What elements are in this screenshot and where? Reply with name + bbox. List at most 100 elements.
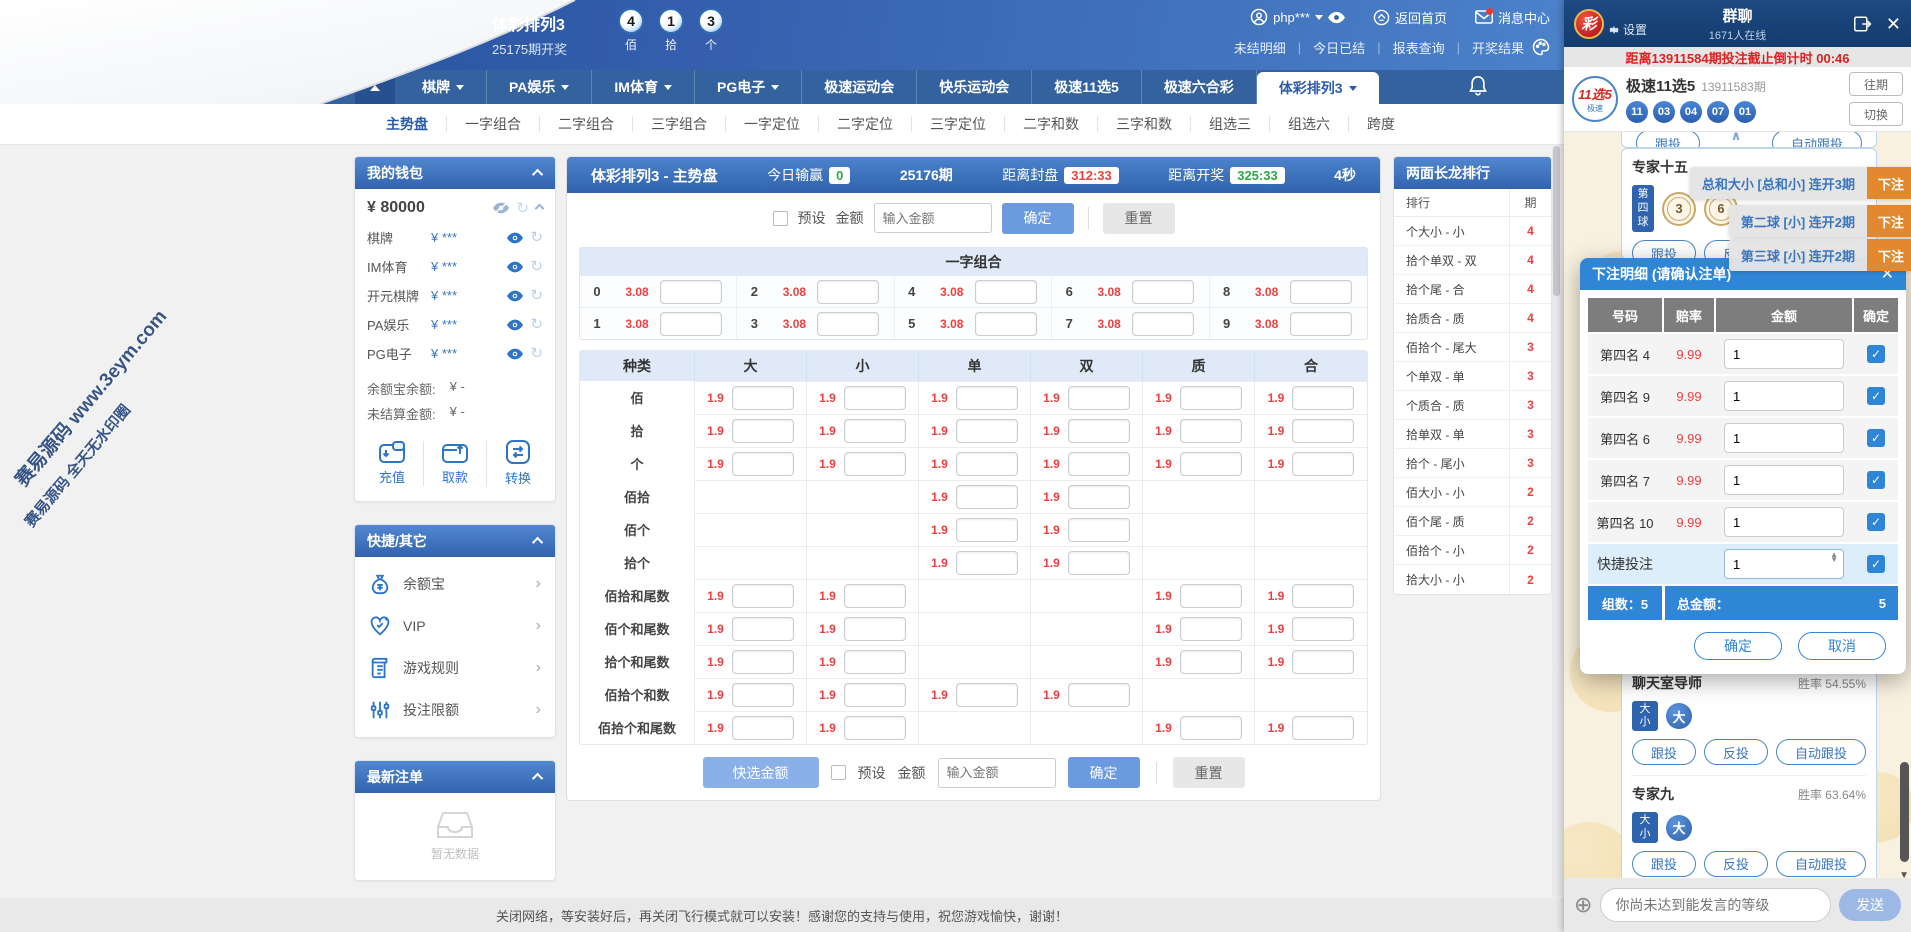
dialog-confirm-button[interactable]: 确定 xyxy=(1694,632,1782,660)
latest-orders-header[interactable]: 最新注单 xyxy=(355,761,555,793)
bet-amount-input[interactable] xyxy=(1292,419,1354,443)
bet-amount-input[interactable] xyxy=(1068,683,1130,707)
quick-item-2[interactable]: 游戏规则› xyxy=(355,647,555,689)
home-link[interactable]: 返回首页 xyxy=(1373,8,1447,27)
subnav-item-9[interactable]: 组选三 xyxy=(1191,116,1270,132)
switch-game-button[interactable]: 切换 xyxy=(1849,102,1903,126)
bet-amount-input[interactable] xyxy=(956,452,1018,476)
quick-amount-button[interactable]: 快选金额 xyxy=(703,757,819,788)
bet-amount-input[interactable] xyxy=(1292,386,1354,410)
bet-amount-input[interactable] xyxy=(660,312,722,336)
follow-button[interactable]: 跟投 xyxy=(1632,851,1696,877)
eye-icon[interactable] xyxy=(507,290,523,302)
bet-amount-input[interactable] xyxy=(1068,551,1130,575)
wallet-panel-header[interactable]: 我的钱包 xyxy=(355,157,555,189)
preset-checkbox-bottom[interactable] xyxy=(831,765,846,780)
subnav-item-5[interactable]: 二字定位 xyxy=(819,116,912,132)
bet-amount-input[interactable] xyxy=(975,312,1037,336)
bet-amount-input[interactable] xyxy=(956,518,1018,542)
bet-amount-input[interactable] xyxy=(844,716,906,740)
report-link-0[interactable]: 未结明细 xyxy=(1234,38,1286,57)
bet-amount-input[interactable] xyxy=(1292,716,1354,740)
subnav-item-2[interactable]: 二字组合 xyxy=(540,116,633,132)
bet-amount-input[interactable] xyxy=(817,280,879,304)
quick-item-0[interactable]: 余额宝› xyxy=(355,563,555,605)
eye-icon[interactable] xyxy=(1328,11,1345,24)
bet-selection-amount[interactable] xyxy=(1724,339,1844,369)
bet-amount-input[interactable] xyxy=(732,584,794,608)
close-icon[interactable]: ✕ xyxy=(1886,15,1901,33)
bet-amount-input[interactable] xyxy=(1180,650,1242,674)
bet-amount-input[interactable] xyxy=(1292,617,1354,641)
bet-amount-input[interactable] xyxy=(1068,386,1130,410)
bet-amount-input[interactable] xyxy=(1180,716,1242,740)
bet-amount-input[interactable] xyxy=(1290,280,1352,304)
bet-amount-input[interactable] xyxy=(1292,584,1354,608)
scrollbar-thumb[interactable] xyxy=(1553,146,1560,296)
quick-item-1[interactable]: VIP› xyxy=(355,605,555,647)
bet-amount-input[interactable] xyxy=(956,485,1018,509)
chat-message-input[interactable] xyxy=(1600,888,1831,922)
bet-amount-input[interactable] xyxy=(1068,518,1130,542)
auto-follow-button[interactable]: 自动跟投 xyxy=(1776,739,1866,765)
subnav-item-4[interactable]: 一字定位 xyxy=(726,116,819,132)
bet-amount-input[interactable] xyxy=(844,386,906,410)
refresh-icon[interactable]: ↻ xyxy=(530,259,543,274)
bet-amount-input[interactable] xyxy=(1132,280,1194,304)
bell-icon[interactable] xyxy=(1468,75,1488,100)
subnav-item-11[interactable]: 跨度 xyxy=(1349,116,1413,132)
bet-amount-input[interactable] xyxy=(844,584,906,608)
collapse-chevron[interactable]: ∧ xyxy=(1731,132,1742,144)
bet-amount-input[interactable] xyxy=(844,650,906,674)
bet-amount-input[interactable] xyxy=(732,452,794,476)
toast-bet-button[interactable]: 下注 xyxy=(1867,167,1911,199)
bet-amount-input[interactable] xyxy=(732,650,794,674)
counter-button[interactable]: 反投 xyxy=(1704,851,1768,877)
auto-follow-button[interactable]: 自动跟投 xyxy=(1776,851,1866,877)
bet-amount-input[interactable] xyxy=(956,386,1018,410)
follow-button[interactable]: 跟投 xyxy=(1636,132,1700,148)
auto-follow-button[interactable]: 自动跟投 xyxy=(1772,132,1862,148)
bet-amount-input[interactable] xyxy=(956,419,1018,443)
palette-icon[interactable] xyxy=(1532,38,1550,56)
bet-amount-input[interactable] xyxy=(956,683,1018,707)
user-menu[interactable]: php*** xyxy=(1250,8,1345,26)
bet-amount-input[interactable] xyxy=(1180,617,1242,641)
bet-amount-input[interactable] xyxy=(1068,485,1130,509)
refresh-icon[interactable]: ↻ xyxy=(530,288,543,303)
bet-amount-input[interactable] xyxy=(732,716,794,740)
bet-amount-input[interactable] xyxy=(732,386,794,410)
bet-amount-input[interactable] xyxy=(1132,312,1194,336)
bet-amount-input[interactable] xyxy=(1180,419,1242,443)
bet-amount-input[interactable] xyxy=(1068,452,1130,476)
bet-amount-input[interactable] xyxy=(732,617,794,641)
refresh-icon[interactable]: ↻ xyxy=(516,201,529,216)
dialog-cancel-button[interactable]: 取消 xyxy=(1798,632,1886,660)
subnav-item-7[interactable]: 二字和数 xyxy=(1005,116,1098,132)
collapse-balance-icon[interactable] xyxy=(535,203,545,213)
bet-amount-input[interactable] xyxy=(660,280,722,304)
subnav-item-3[interactable]: 三字组合 xyxy=(633,116,726,132)
history-button[interactable]: 往期 xyxy=(1849,72,1903,96)
wallet-action-0[interactable]: 充值 xyxy=(361,441,423,486)
nav-item-5[interactable]: 快乐运动会 xyxy=(917,70,1032,104)
subnav-item-10[interactable]: 组选六 xyxy=(1270,116,1349,132)
refresh-icon[interactable]: ↻ xyxy=(530,317,543,332)
reset-button[interactable]: 重置 xyxy=(1103,203,1175,234)
bet-amount-input[interactable] xyxy=(1292,452,1354,476)
eye-icon[interactable] xyxy=(507,261,523,273)
popout-icon[interactable] xyxy=(1854,16,1872,32)
eye-off-icon[interactable] xyxy=(493,202,509,214)
chat-scrollbar-thumb[interactable] xyxy=(1900,762,1909,862)
message-center-link[interactable]: 消息中心 xyxy=(1475,8,1550,27)
subnav-item-0[interactable]: 主势盘 xyxy=(368,116,447,132)
bet-amount-input[interactable] xyxy=(1068,419,1130,443)
bet-amount-input[interactable] xyxy=(732,419,794,443)
nav-item-7[interactable]: 极速六合彩 xyxy=(1142,70,1257,104)
bet-amount-input[interactable] xyxy=(1292,650,1354,674)
preset-checkbox[interactable] xyxy=(773,211,788,226)
report-link-2[interactable]: 报表查询 xyxy=(1393,38,1445,57)
bet-amount-input[interactable] xyxy=(1180,386,1242,410)
bet-amount-input[interactable] xyxy=(844,617,906,641)
report-link-1[interactable]: 今日已结 xyxy=(1313,38,1365,57)
